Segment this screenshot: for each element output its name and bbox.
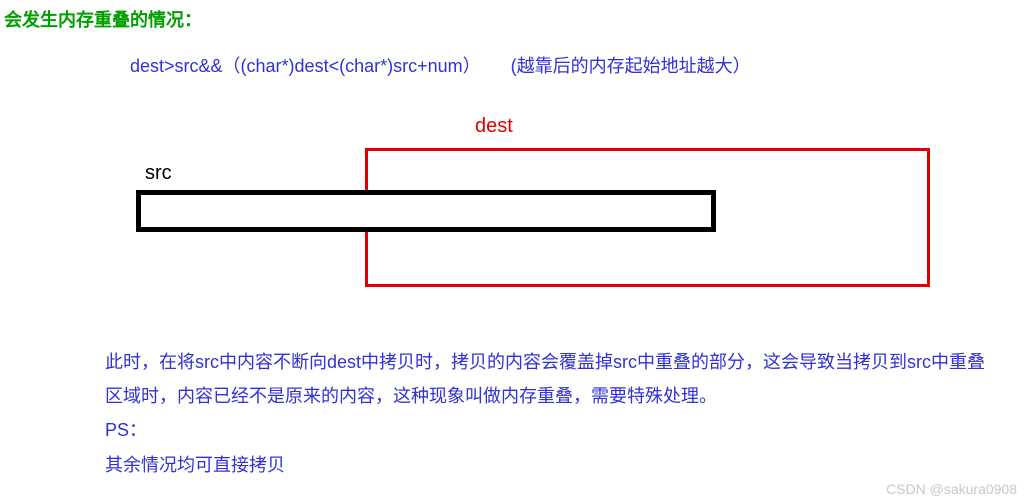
condition-text: dest>src&&（(char*)dest<(char*)src+num） (…: [130, 52, 751, 78]
watermark: CSDN @sakura0908: [886, 481, 1017, 497]
condition-expr: dest>src&&（(char*)dest<(char*)src+num）: [130, 56, 481, 76]
description-line2: PS：: [105, 413, 985, 447]
description-block: 此时，在将src中内容不断向dest中拷贝时，拷贝的内容会覆盖掉src中重叠的部…: [105, 345, 985, 482]
src-memory-block: [136, 190, 716, 232]
dest-label: dest: [475, 115, 513, 138]
description-line1: 此时，在将src中内容不断向dest中拷贝时，拷贝的内容会覆盖掉src中重叠的部…: [105, 345, 985, 413]
condition-note: (越靠后的内存起始地址越大）: [511, 56, 751, 76]
description-line3: 其余情况均可直接拷贝: [105, 448, 985, 482]
page-title: 会发生内存重叠的情况：: [0, 0, 1032, 32]
src-label: src: [145, 162, 172, 185]
memory-overlap-diagram: dest src: [120, 100, 940, 300]
